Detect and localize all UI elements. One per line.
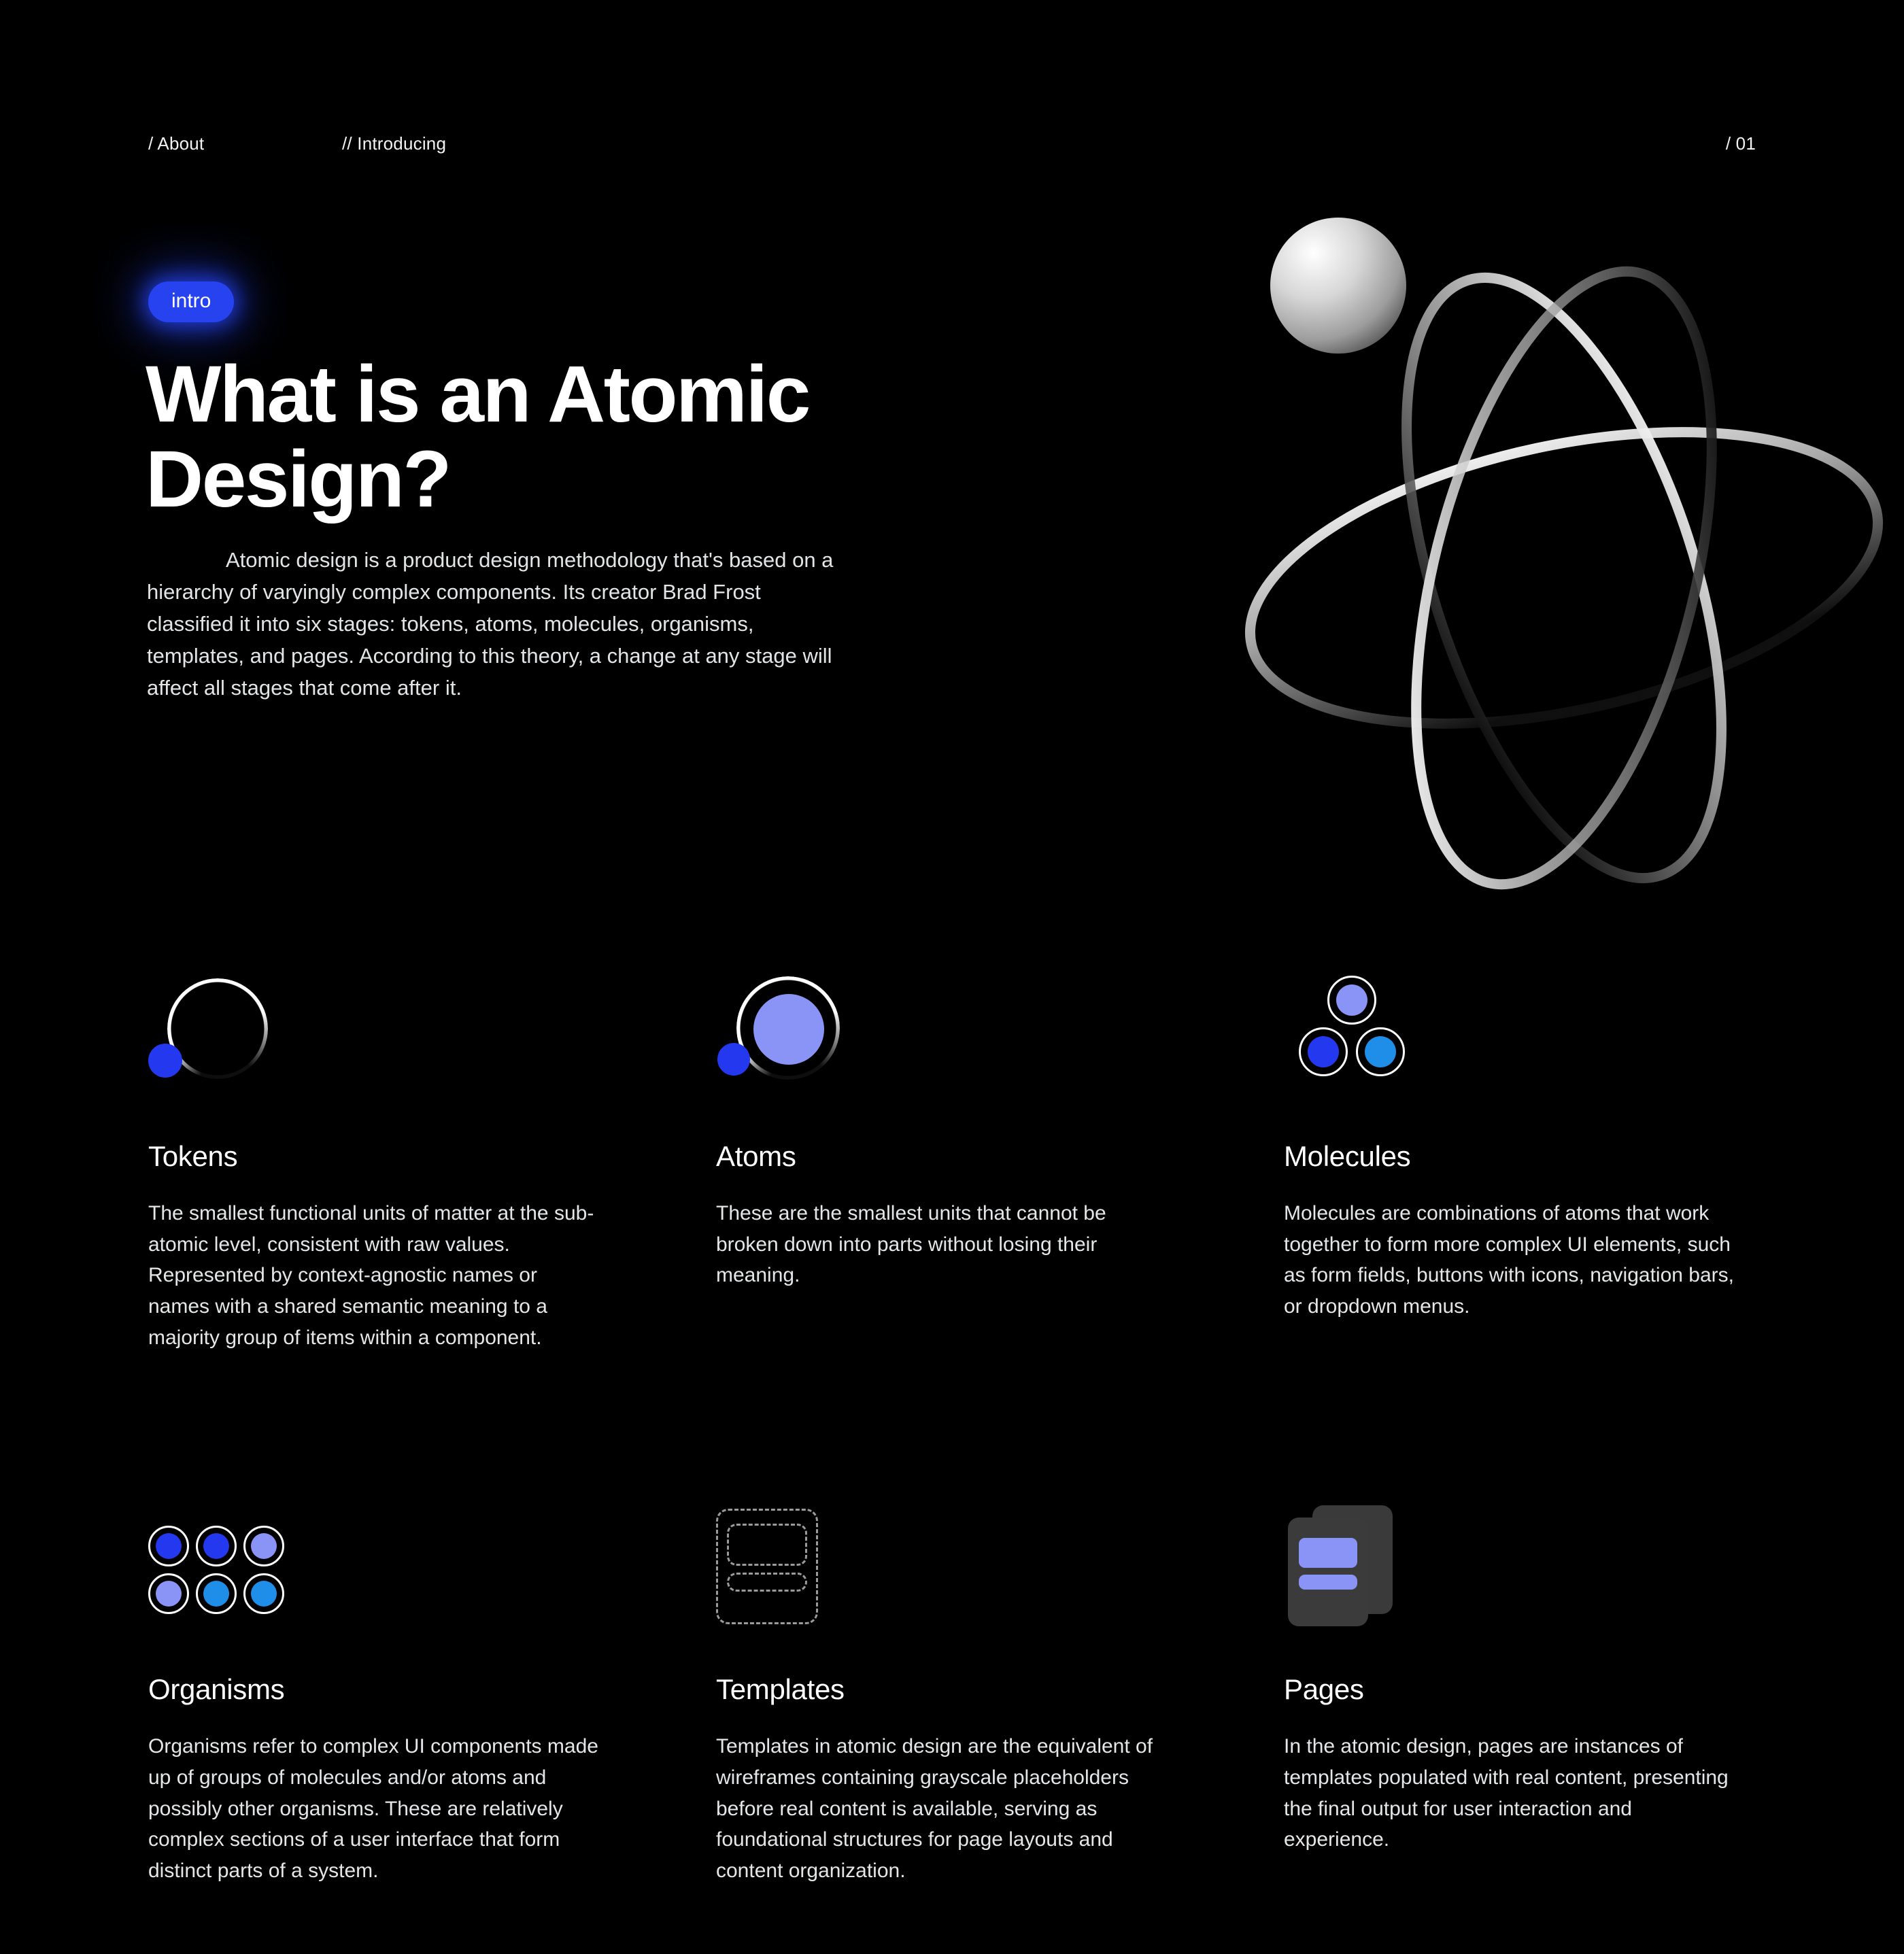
slide-root: / About // Introducing / 01 intro What i…: [0, 0, 1904, 1954]
molecule-node-bottom-right: [1356, 1027, 1405, 1076]
pages-icon: [1284, 1505, 1398, 1628]
page-block-large: [1299, 1538, 1357, 1569]
page-number: / 01: [1725, 133, 1756, 154]
card-title-organisms: Organisms: [148, 1673, 285, 1706]
atom-illustration: [1217, 170, 1904, 931]
molecules-icon: [1284, 976, 1427, 1091]
card-title-atoms: Atoms: [716, 1140, 796, 1172]
card-title-templates: Templates: [716, 1673, 845, 1706]
molecules-icon-slot: [1284, 972, 1760, 1095]
organism-node-3: [243, 1526, 284, 1567]
tokens-icon-slot: [148, 972, 716, 1095]
organism-node-6: [243, 1573, 284, 1615]
stages-grid: Tokens The smallest functional units of …: [148, 972, 1760, 1886]
card-body-tokens: The smallest functional units of matter …: [148, 1202, 594, 1349]
organisms-icon: [148, 1526, 305, 1615]
atoms-small-circle: [717, 1043, 750, 1076]
tokens-ring: [167, 978, 268, 1079]
card-body-molecules: Molecules are combinations of atoms that…: [1284, 1202, 1734, 1318]
hero-paragraph: Atomic design is a product design method…: [147, 548, 834, 700]
organism-node-4: [148, 1573, 189, 1615]
card-molecules: Molecules Molecules are combinations of …: [1284, 972, 1760, 1353]
card-title-pages: Pages: [1284, 1673, 1364, 1706]
card-body-atoms: These are the smallest units that cannot…: [716, 1202, 1106, 1287]
molecule-node-bottom-left: [1299, 1027, 1348, 1076]
page-title: What is an Atomic Design?: [146, 349, 811, 525]
tokens-icon: [148, 976, 268, 1091]
subsection-label: // Introducing: [342, 133, 447, 154]
card-body-templates: Templates in atomic design are the equiv…: [716, 1735, 1153, 1882]
card-body-organisms: Organisms refer to complex UI components…: [148, 1735, 598, 1882]
intro-badge[interactable]: intro: [148, 281, 235, 322]
page-block-small: [1299, 1575, 1357, 1590]
intro-badge-wrapper: intro: [148, 281, 235, 322]
pages-icon-slot: [1284, 1505, 1760, 1628]
molecule-node-top: [1327, 976, 1376, 1025]
card-organisms: Organisms Organisms refer to complex UI …: [148, 1505, 716, 1886]
tokens-dot: [148, 1044, 182, 1078]
atoms-large-circle: [753, 994, 824, 1065]
card-atoms: Atoms These are the smallest units that …: [716, 972, 1284, 1353]
topbar: / About // Introducing / 01: [148, 133, 1756, 154]
organism-node-2: [196, 1526, 237, 1567]
atoms-icon: [716, 974, 840, 1093]
section-label: / About: [148, 133, 205, 154]
atoms-icon-slot: [716, 972, 1284, 1095]
card-pages: Pages In the atomic design, pages are in…: [1284, 1505, 1760, 1886]
page-sheet-front: [1288, 1518, 1368, 1627]
templates-icon: [716, 1509, 818, 1625]
card-body-pages: In the atomic design, pages are instance…: [1284, 1735, 1729, 1851]
organism-node-5: [196, 1573, 237, 1615]
organism-node-1: [148, 1526, 189, 1567]
card-tokens: Tokens The smallest functional units of …: [148, 972, 716, 1353]
template-block-small: [727, 1573, 807, 1592]
organisms-icon-slot: [148, 1505, 716, 1628]
templates-icon-slot: [716, 1505, 1284, 1628]
card-title-tokens: Tokens: [148, 1140, 238, 1172]
card-templates: Templates Templates in atomic design are…: [716, 1505, 1284, 1886]
card-title-molecules: Molecules: [1284, 1140, 1411, 1172]
template-block-large: [727, 1524, 807, 1566]
